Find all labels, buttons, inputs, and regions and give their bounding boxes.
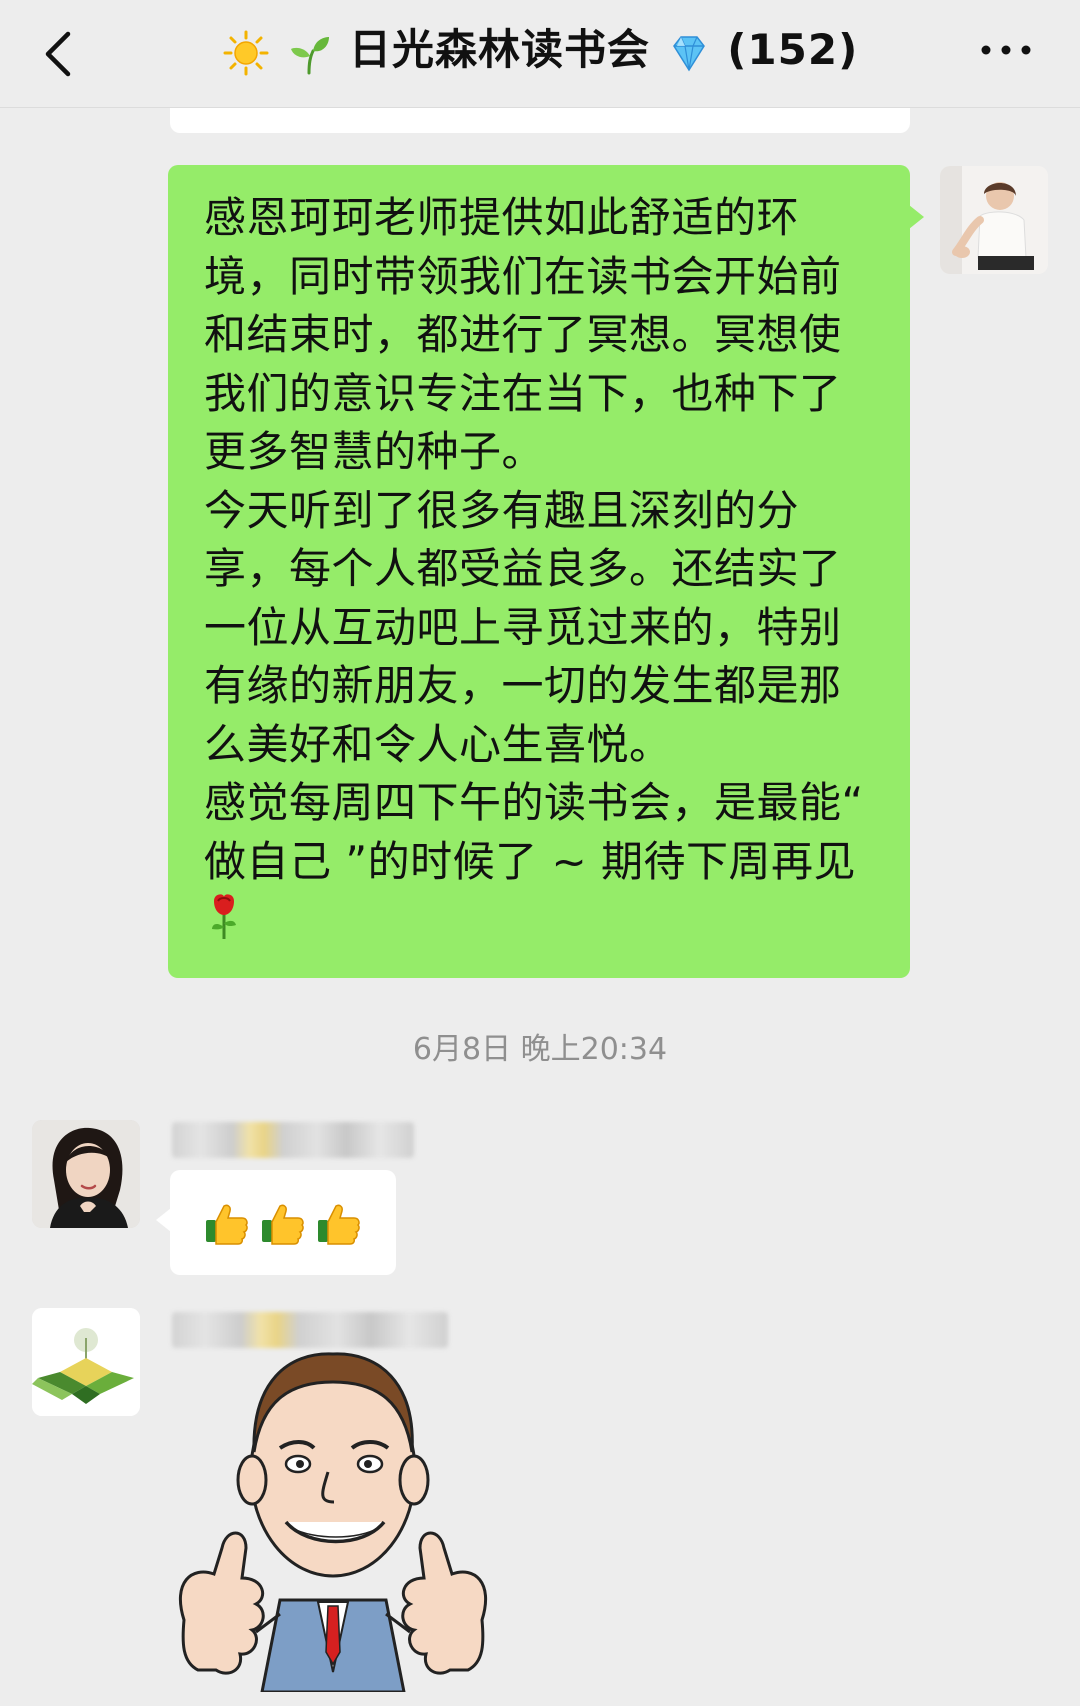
- member-b-avatar[interactable]: [32, 1308, 140, 1416]
- seedling-icon: [291, 36, 330, 74]
- rose-icon: [212, 894, 236, 939]
- self-avatar[interactable]: [940, 166, 1048, 274]
- chat-header: 日光森林读书会 (152): [0, 0, 1080, 108]
- woman-portrait-avatar: [32, 1120, 140, 1228]
- message-timestamp: 6月8日 晚上20:34: [412, 1032, 668, 1067]
- group-name: 日光森林读书会: [348, 25, 650, 74]
- chat-title[interactable]: 日光森林读书会 (152): [0, 22, 1080, 78]
- reaction-group: [204, 1200, 362, 1246]
- member-b-name-blurred: [172, 1312, 448, 1348]
- more-dots-icon[interactable]: [978, 38, 1034, 62]
- message-paragraph: 感觉每周四下午的读书会，是最能“ 做自己 ”的时候了 ~ 期待下周再见: [204, 774, 880, 951]
- thumbs-up-icon: [318, 1204, 360, 1245]
- previous-message-bubble: [170, 108, 910, 133]
- message-paragraph-text: 感觉每周四下午的读书会，是最能“ 做自己 ”的时候了 ~ 期待下周再见: [204, 778, 878, 886]
- diamond-icon: [672, 35, 705, 71]
- message-paragraph: 今天听到了很多有趣且深刻的分享，每个人都受益良多。还结实了一位从互动吧上寻觅过来…: [204, 485, 842, 769]
- member-a-message-bubble[interactable]: [156, 1170, 396, 1275]
- cartoon-man-thumbs-up-sticker[interactable]: [168, 1352, 498, 1692]
- member-a-avatar[interactable]: [32, 1120, 140, 1228]
- member-count: (152): [727, 25, 859, 74]
- sun-icon: [223, 30, 269, 75]
- message-paragraph: 感恩珂珂老师提供如此舒适的环境，同时带领我们在读书会开始前和结束时，都进行了冥想…: [204, 193, 842, 476]
- self-message-bubble[interactable]: 感恩珂珂老师提供如此舒适的环境，同时带领我们在读书会开始前和结束时，都进行了冥想…: [168, 165, 924, 978]
- green-field-logo-avatar: [32, 1308, 140, 1416]
- member-a-name-blurred: [172, 1122, 414, 1158]
- thumbs-up-icon: [206, 1204, 248, 1245]
- thumbs-up-icon: [262, 1204, 304, 1245]
- self-avatar-image: [940, 166, 1048, 274]
